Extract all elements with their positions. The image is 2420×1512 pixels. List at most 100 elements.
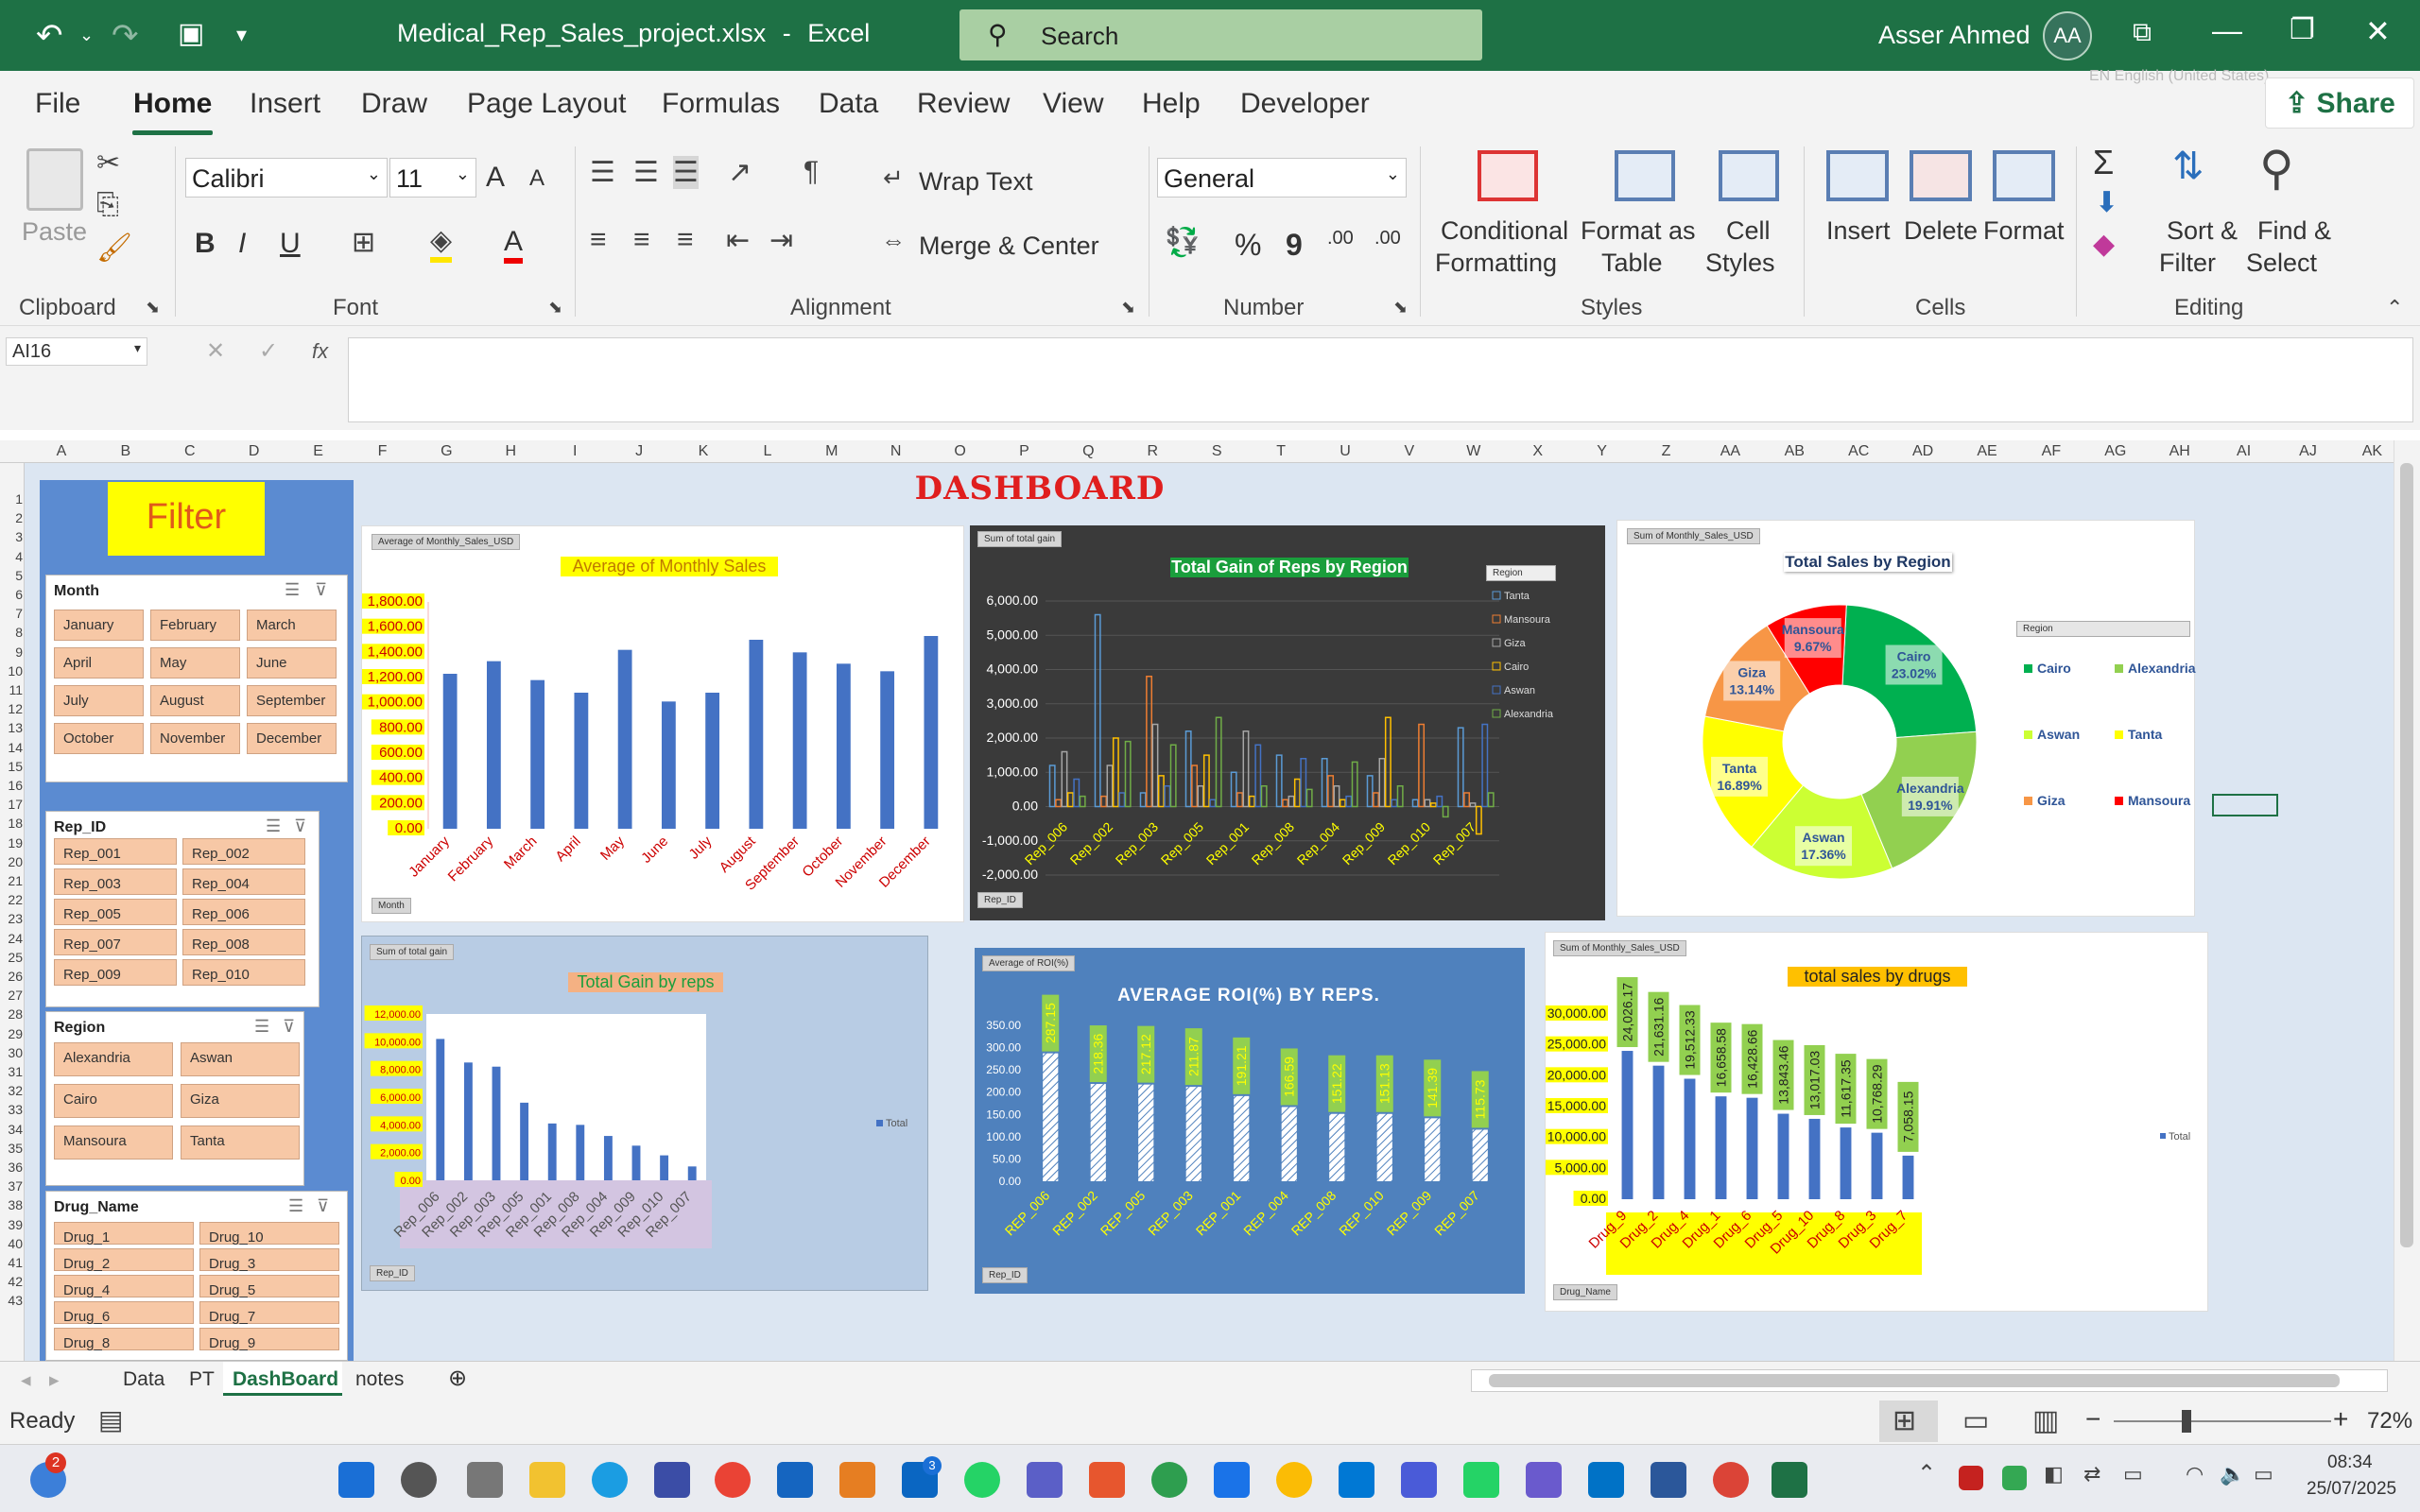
row-header[interactable]: 10 bbox=[0, 663, 23, 679]
bar[interactable] bbox=[1366, 775, 1374, 808]
slicer-item-month[interactable]: July bbox=[54, 685, 144, 716]
column-header[interactable]: C bbox=[162, 443, 218, 460]
column-header[interactable]: W bbox=[1445, 443, 1502, 460]
column-header[interactable]: G bbox=[418, 443, 475, 460]
tray-drive-icon[interactable] bbox=[2002, 1466, 2027, 1490]
bar[interactable] bbox=[1139, 792, 1147, 808]
bar[interactable] bbox=[1469, 802, 1477, 808]
bar[interactable] bbox=[1124, 740, 1132, 808]
google-icon[interactable] bbox=[715, 1462, 751, 1498]
slicer-item-rep[interactable]: Rep_009 bbox=[54, 959, 177, 986]
bar[interactable] bbox=[530, 679, 545, 829]
cell-styles-label-2[interactable]: Styles bbox=[1705, 249, 1775, 278]
shrink-font-button[interactable]: A bbox=[529, 165, 544, 192]
gain-reps-chart[interactable]: Sum of total gain Total Gain by reps 0.0… bbox=[361, 936, 928, 1291]
sort-filter-label-2[interactable]: Filter bbox=[2159, 249, 2216, 278]
bar[interactable] bbox=[1275, 754, 1283, 808]
bar[interactable] bbox=[1391, 799, 1398, 808]
sheet-tab-pt[interactable]: PT bbox=[189, 1368, 215, 1391]
column-header[interactable]: N bbox=[868, 443, 925, 460]
bar[interactable] bbox=[1305, 788, 1313, 808]
row-header[interactable]: 18 bbox=[0, 816, 23, 831]
column-header[interactable]: O bbox=[932, 443, 989, 460]
bar[interactable] bbox=[1288, 795, 1295, 808]
conditional-formatting-label-2[interactable]: Formatting bbox=[1435, 249, 1557, 278]
column-header[interactable]: J bbox=[611, 443, 667, 460]
vertical-scroll-thumb[interactable] bbox=[2400, 463, 2413, 1247]
row-header[interactable]: 12 bbox=[0, 701, 23, 716]
fill-icon[interactable]: ⬇ bbox=[2095, 186, 2118, 219]
bar[interactable] bbox=[1234, 1095, 1250, 1181]
slicer-item-rep[interactable]: Rep_010 bbox=[182, 959, 305, 986]
insert-function-button[interactable]: fx bbox=[312, 339, 328, 364]
slicer-item-drug[interactable]: Drug_3 bbox=[199, 1248, 339, 1272]
minimize-icon[interactable]: — bbox=[2212, 13, 2242, 48]
row-header[interactable]: 4 bbox=[0, 549, 23, 564]
tab-insert[interactable]: Insert bbox=[250, 88, 320, 120]
bar[interactable] bbox=[705, 693, 720, 829]
sync-icon[interactable] bbox=[1151, 1462, 1187, 1498]
tray-settings-icon[interactable]: ⇄ bbox=[2083, 1462, 2100, 1486]
clear-icon[interactable]: ◆ bbox=[2093, 228, 2115, 261]
vscode-icon[interactable] bbox=[1339, 1462, 1374, 1498]
column-header[interactable]: E bbox=[290, 443, 347, 460]
word-icon[interactable] bbox=[1651, 1462, 1686, 1498]
slicer-item-region[interactable]: Aswan bbox=[181, 1042, 300, 1076]
insert-cells-icon[interactable] bbox=[1826, 150, 1889, 201]
whatsapp-icon[interactable] bbox=[964, 1462, 1000, 1498]
row-header[interactable]: 41 bbox=[0, 1255, 23, 1270]
orientation-icon[interactable]: ↗ bbox=[728, 156, 752, 189]
bar[interactable] bbox=[1840, 1127, 1852, 1199]
column-header[interactable]: Q bbox=[1060, 443, 1116, 460]
slicer-item-month[interactable]: March bbox=[247, 610, 337, 641]
row-header[interactable]: 7 bbox=[0, 606, 23, 621]
bar[interactable] bbox=[880, 671, 895, 829]
bar[interactable] bbox=[1061, 750, 1068, 808]
app-icon-m[interactable] bbox=[654, 1462, 690, 1498]
row-header[interactable]: 2 bbox=[0, 510, 23, 525]
column-header[interactable]: P bbox=[996, 443, 1053, 460]
add-sheet-icon[interactable]: ⊕ bbox=[448, 1365, 467, 1392]
close-icon[interactable]: ✕ bbox=[2365, 13, 2391, 49]
bar[interactable] bbox=[1871, 1132, 1883, 1199]
slicer-item-month[interactable]: December bbox=[247, 723, 337, 754]
row-header[interactable]: 22 bbox=[0, 892, 23, 907]
autosum-button[interactable]: Σ bbox=[2093, 143, 2114, 182]
slicer-item-region[interactable]: Alexandria bbox=[54, 1042, 173, 1076]
bar[interactable] bbox=[1138, 1084, 1154, 1181]
slicer-item-drug[interactable]: Drug_7 bbox=[199, 1301, 339, 1325]
search-taskbar-icon[interactable] bbox=[401, 1462, 437, 1498]
tab-help[interactable]: Help bbox=[1142, 88, 1201, 120]
bar[interactable] bbox=[836, 663, 851, 829]
row-header[interactable]: 20 bbox=[0, 854, 23, 869]
tab-file[interactable]: File bbox=[35, 88, 80, 120]
format-cells-label[interactable]: Format bbox=[1983, 216, 2065, 246]
slicer-item-rep[interactable]: Rep_001 bbox=[54, 838, 177, 865]
tab-page-layout[interactable]: Page Layout bbox=[467, 88, 626, 120]
column-header[interactable]: D bbox=[226, 443, 283, 460]
bar[interactable] bbox=[463, 1062, 473, 1180]
format-cells-icon[interactable] bbox=[1993, 150, 2055, 201]
bar[interactable] bbox=[1327, 775, 1335, 808]
row-header[interactable]: 42 bbox=[0, 1274, 23, 1289]
slicer-item-drug[interactable]: Drug_10 bbox=[199, 1222, 339, 1246]
row-header[interactable]: 13 bbox=[0, 720, 23, 735]
row-header[interactable]: 39 bbox=[0, 1217, 23, 1232]
column-header[interactable]: S bbox=[1188, 443, 1245, 460]
number-launcher-icon[interactable]: ⬊ bbox=[1393, 298, 1408, 318]
bar[interactable] bbox=[1281, 1107, 1297, 1181]
row-header[interactable]: 36 bbox=[0, 1160, 23, 1175]
legend-label[interactable]: Mansoura bbox=[2128, 793, 2190, 808]
clock-date[interactable]: 25/07/2025 bbox=[2307, 1479, 2396, 1500]
slicer-item-drug[interactable]: Drug_6 bbox=[54, 1301, 194, 1325]
row-header[interactable]: 30 bbox=[0, 1045, 23, 1060]
row-header[interactable]: 33 bbox=[0, 1102, 23, 1117]
store-icon[interactable] bbox=[839, 1462, 875, 1498]
bar[interactable] bbox=[924, 636, 939, 829]
bar[interactable] bbox=[1073, 778, 1080, 808]
vertical-scrollbar[interactable] bbox=[2394, 440, 2420, 1361]
tab-review[interactable]: Review bbox=[917, 88, 1010, 120]
column-header[interactable]: K bbox=[675, 443, 732, 460]
multi-select-icon[interactable]: ☰ bbox=[288, 1196, 303, 1216]
selected-cell[interactable] bbox=[2212, 794, 2278, 816]
